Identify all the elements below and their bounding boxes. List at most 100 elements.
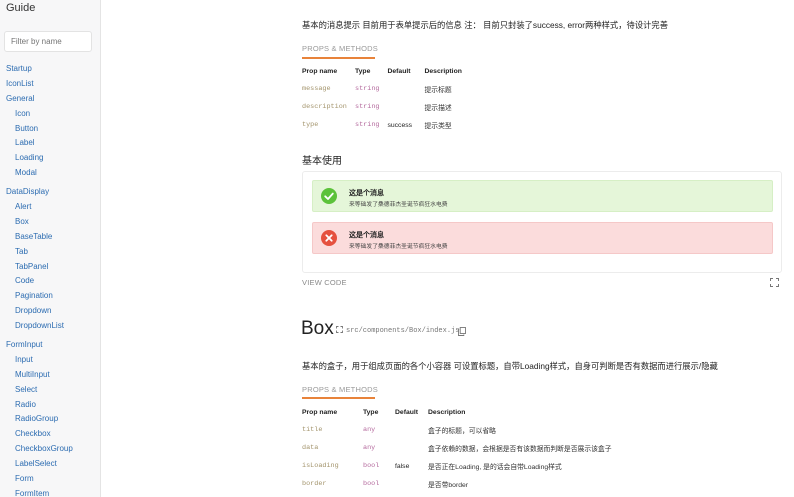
sidebar-item-icon[interactable]: Icon xyxy=(0,107,100,122)
sidebar-item-dropdown[interactable]: Dropdown xyxy=(0,304,100,319)
prop-default-cell xyxy=(387,98,424,116)
sidebar-item-form[interactable]: Form xyxy=(0,472,100,487)
sidebar-item-checkboxgroup[interactable]: CheckboxGroup xyxy=(0,442,100,457)
props-heading-underline xyxy=(302,397,375,399)
prop-name-cell: description xyxy=(302,103,347,111)
close-circle-icon xyxy=(321,230,337,246)
prop-default-cell xyxy=(387,80,424,98)
prop-description-cell: 盒子的标题，可以省略 xyxy=(428,428,496,435)
props-heading-underline xyxy=(302,57,375,59)
fullscreen-icon[interactable] xyxy=(770,278,779,287)
sidebar-item-code[interactable]: Code xyxy=(0,274,100,289)
prop-name-cell: title xyxy=(302,426,323,434)
sidebar-item-alert[interactable]: Alert xyxy=(0,200,100,215)
filter-input[interactable] xyxy=(4,31,92,52)
expand-icon[interactable] xyxy=(336,326,343,333)
prop-name-cell: type xyxy=(302,121,319,129)
table-header-row: Prop name Type Default Description xyxy=(302,403,620,421)
table-row: isLoading bool false 是否正在Loading, 是的话会自带Loa… xyxy=(302,457,620,475)
sidebar-item-input[interactable]: Input xyxy=(0,353,100,368)
column-header: Description xyxy=(424,67,462,75)
alert-props-table: Prop name Type Default Description messa… xyxy=(302,62,470,134)
prop-description-cell: 提示类型 xyxy=(424,123,452,130)
sidebar-item-startup[interactable]: Startup xyxy=(0,62,100,77)
prop-type-cell: string xyxy=(355,85,380,93)
alert-text: 来等础发了桑德菲杰圣诞节疯狂水电费 xyxy=(349,244,448,250)
box-props-table: Prop name Type Default Description title… xyxy=(302,403,620,493)
component-title: Box xyxy=(301,318,334,339)
view-code-button[interactable]: VIEW CODE xyxy=(302,278,347,287)
box-description: 基本的盒子，用于组成页面的各个小容器 可设置标题，自带Loading样式，自身可… xyxy=(302,361,718,371)
prop-default-cell xyxy=(395,439,428,457)
column-header: Description xyxy=(428,408,466,416)
sidebar-item-button[interactable]: Button xyxy=(0,122,100,137)
prop-description-cell: 是否正在Loading, 是的话会自带Loading样式 xyxy=(428,464,562,471)
props-heading: PROPS & METHODS xyxy=(302,44,378,53)
column-header: Default xyxy=(387,67,411,75)
alert-error: 这是个消息 来等础发了桑德菲杰圣诞节疯狂水电费 xyxy=(312,222,773,254)
column-header: Default xyxy=(395,408,419,416)
sidebar-item-formitem[interactable]: FormItem xyxy=(0,487,100,497)
alert-success: 这是个消息 来等础发了桑德菲杰圣诞节疯狂水电费 xyxy=(312,180,773,212)
prop-type-cell: bool xyxy=(363,480,380,488)
alert-text: 来等础发了桑德菲杰圣诞节疯狂水电费 xyxy=(349,202,448,208)
sidebar-item-pagination[interactable]: Pagination xyxy=(0,289,100,304)
prop-description-cell: 盒子依赖的数据，会根据是否有该数据而判断是否展示该盒子 xyxy=(428,446,612,453)
table-row: title any 盒子的标题，可以省略 xyxy=(302,421,620,439)
sidebar-item-dropdownlist[interactable]: DropdownList xyxy=(0,319,100,334)
prop-type-cell: any xyxy=(363,426,376,434)
sidebar-item-multiinput[interactable]: MultiInput xyxy=(0,368,100,383)
table-row: type string success 提示类型 xyxy=(302,116,470,134)
sidebar-item-basetable[interactable]: BaseTable xyxy=(0,230,100,245)
alert-description: 基本的消息提示 目前用于表单提示后的信息 注： 目前只封装了success, e… xyxy=(302,20,669,30)
prop-description-cell: 提示描述 xyxy=(424,105,452,112)
table-row: message string 提示标题 xyxy=(302,80,470,98)
table-header-row: Prop name Type Default Description xyxy=(302,62,470,80)
component-path: src/components/Box/index.js xyxy=(346,327,460,335)
sidebar-item-general[interactable]: General xyxy=(0,92,100,107)
sidebar-item-radiogroup[interactable]: RadioGroup xyxy=(0,412,100,427)
prop-name-cell: isLoading xyxy=(302,462,339,470)
alert-title: 这是个消息 xyxy=(349,190,384,197)
table-row: data any 盒子依赖的数据，会根据是否有该数据而判断是否展示该盒子 xyxy=(302,439,620,457)
sidebar-item-tabpanel[interactable]: TabPanel xyxy=(0,260,100,275)
check-circle-icon xyxy=(321,188,337,204)
prop-type-cell: any xyxy=(363,444,376,452)
prop-name-cell: border xyxy=(302,480,327,488)
props-heading: PROPS & METHODS xyxy=(302,385,378,394)
alert-title: 这是个消息 xyxy=(349,232,384,239)
sidebar-item-select[interactable]: Select xyxy=(0,383,100,398)
column-header: Prop name xyxy=(302,67,338,75)
brand-title: Guide xyxy=(6,2,36,14)
sidebar-item-radio[interactable]: Radio xyxy=(0,398,100,413)
prop-default-cell: success xyxy=(387,121,413,129)
sidebar-item-datadisplay[interactable]: DataDisplay xyxy=(0,185,100,200)
sidebar-item-box[interactable]: Box xyxy=(0,215,100,230)
column-header: Prop name xyxy=(302,408,338,416)
sidebar-item-labelselect[interactable]: LabelSelect xyxy=(0,457,100,472)
table-row: description string 提示描述 xyxy=(302,98,470,116)
copy-icon[interactable] xyxy=(458,327,466,336)
prop-default-cell xyxy=(395,421,428,439)
prop-default-cell: false xyxy=(395,462,410,470)
prop-description-cell: 提示标题 xyxy=(424,87,452,94)
usage-heading: 基本使用 xyxy=(302,156,342,167)
sidebar-item-iconlist[interactable]: IconList xyxy=(0,77,100,92)
column-header: Type xyxy=(363,408,379,416)
sidebar-item-modal[interactable]: Modal xyxy=(0,166,100,181)
prop-type-cell: bool xyxy=(363,462,380,470)
prop-type-cell: string xyxy=(355,103,380,111)
sidebar: Guide StartupIconListGeneralIconButtonLa… xyxy=(0,0,101,497)
sidebar-nav: Startup IconList General Icon Button Label Loa… xyxy=(0,62,100,497)
sidebar-item-checkbox[interactable]: Checkbox xyxy=(0,427,100,442)
sidebar-item-loading[interactable]: Loading xyxy=(0,151,100,166)
demo-box: 这是个消息 来等础发了桑德菲杰圣诞节疯狂水电费 这是个消息 来等础发了桑德菲杰圣… xyxy=(302,171,782,273)
prop-default-cell xyxy=(395,475,428,493)
table-row: border bool 是否带border xyxy=(302,475,620,493)
sidebar-item-label[interactable]: Label xyxy=(0,136,100,151)
column-header: Type xyxy=(355,67,371,75)
sidebar-item-tab[interactable]: Tab xyxy=(0,245,100,260)
prop-type-cell: string xyxy=(355,121,380,129)
prop-description-cell: 是否带border xyxy=(428,482,469,489)
sidebar-item-forminput[interactable]: FormInput xyxy=(0,338,100,353)
